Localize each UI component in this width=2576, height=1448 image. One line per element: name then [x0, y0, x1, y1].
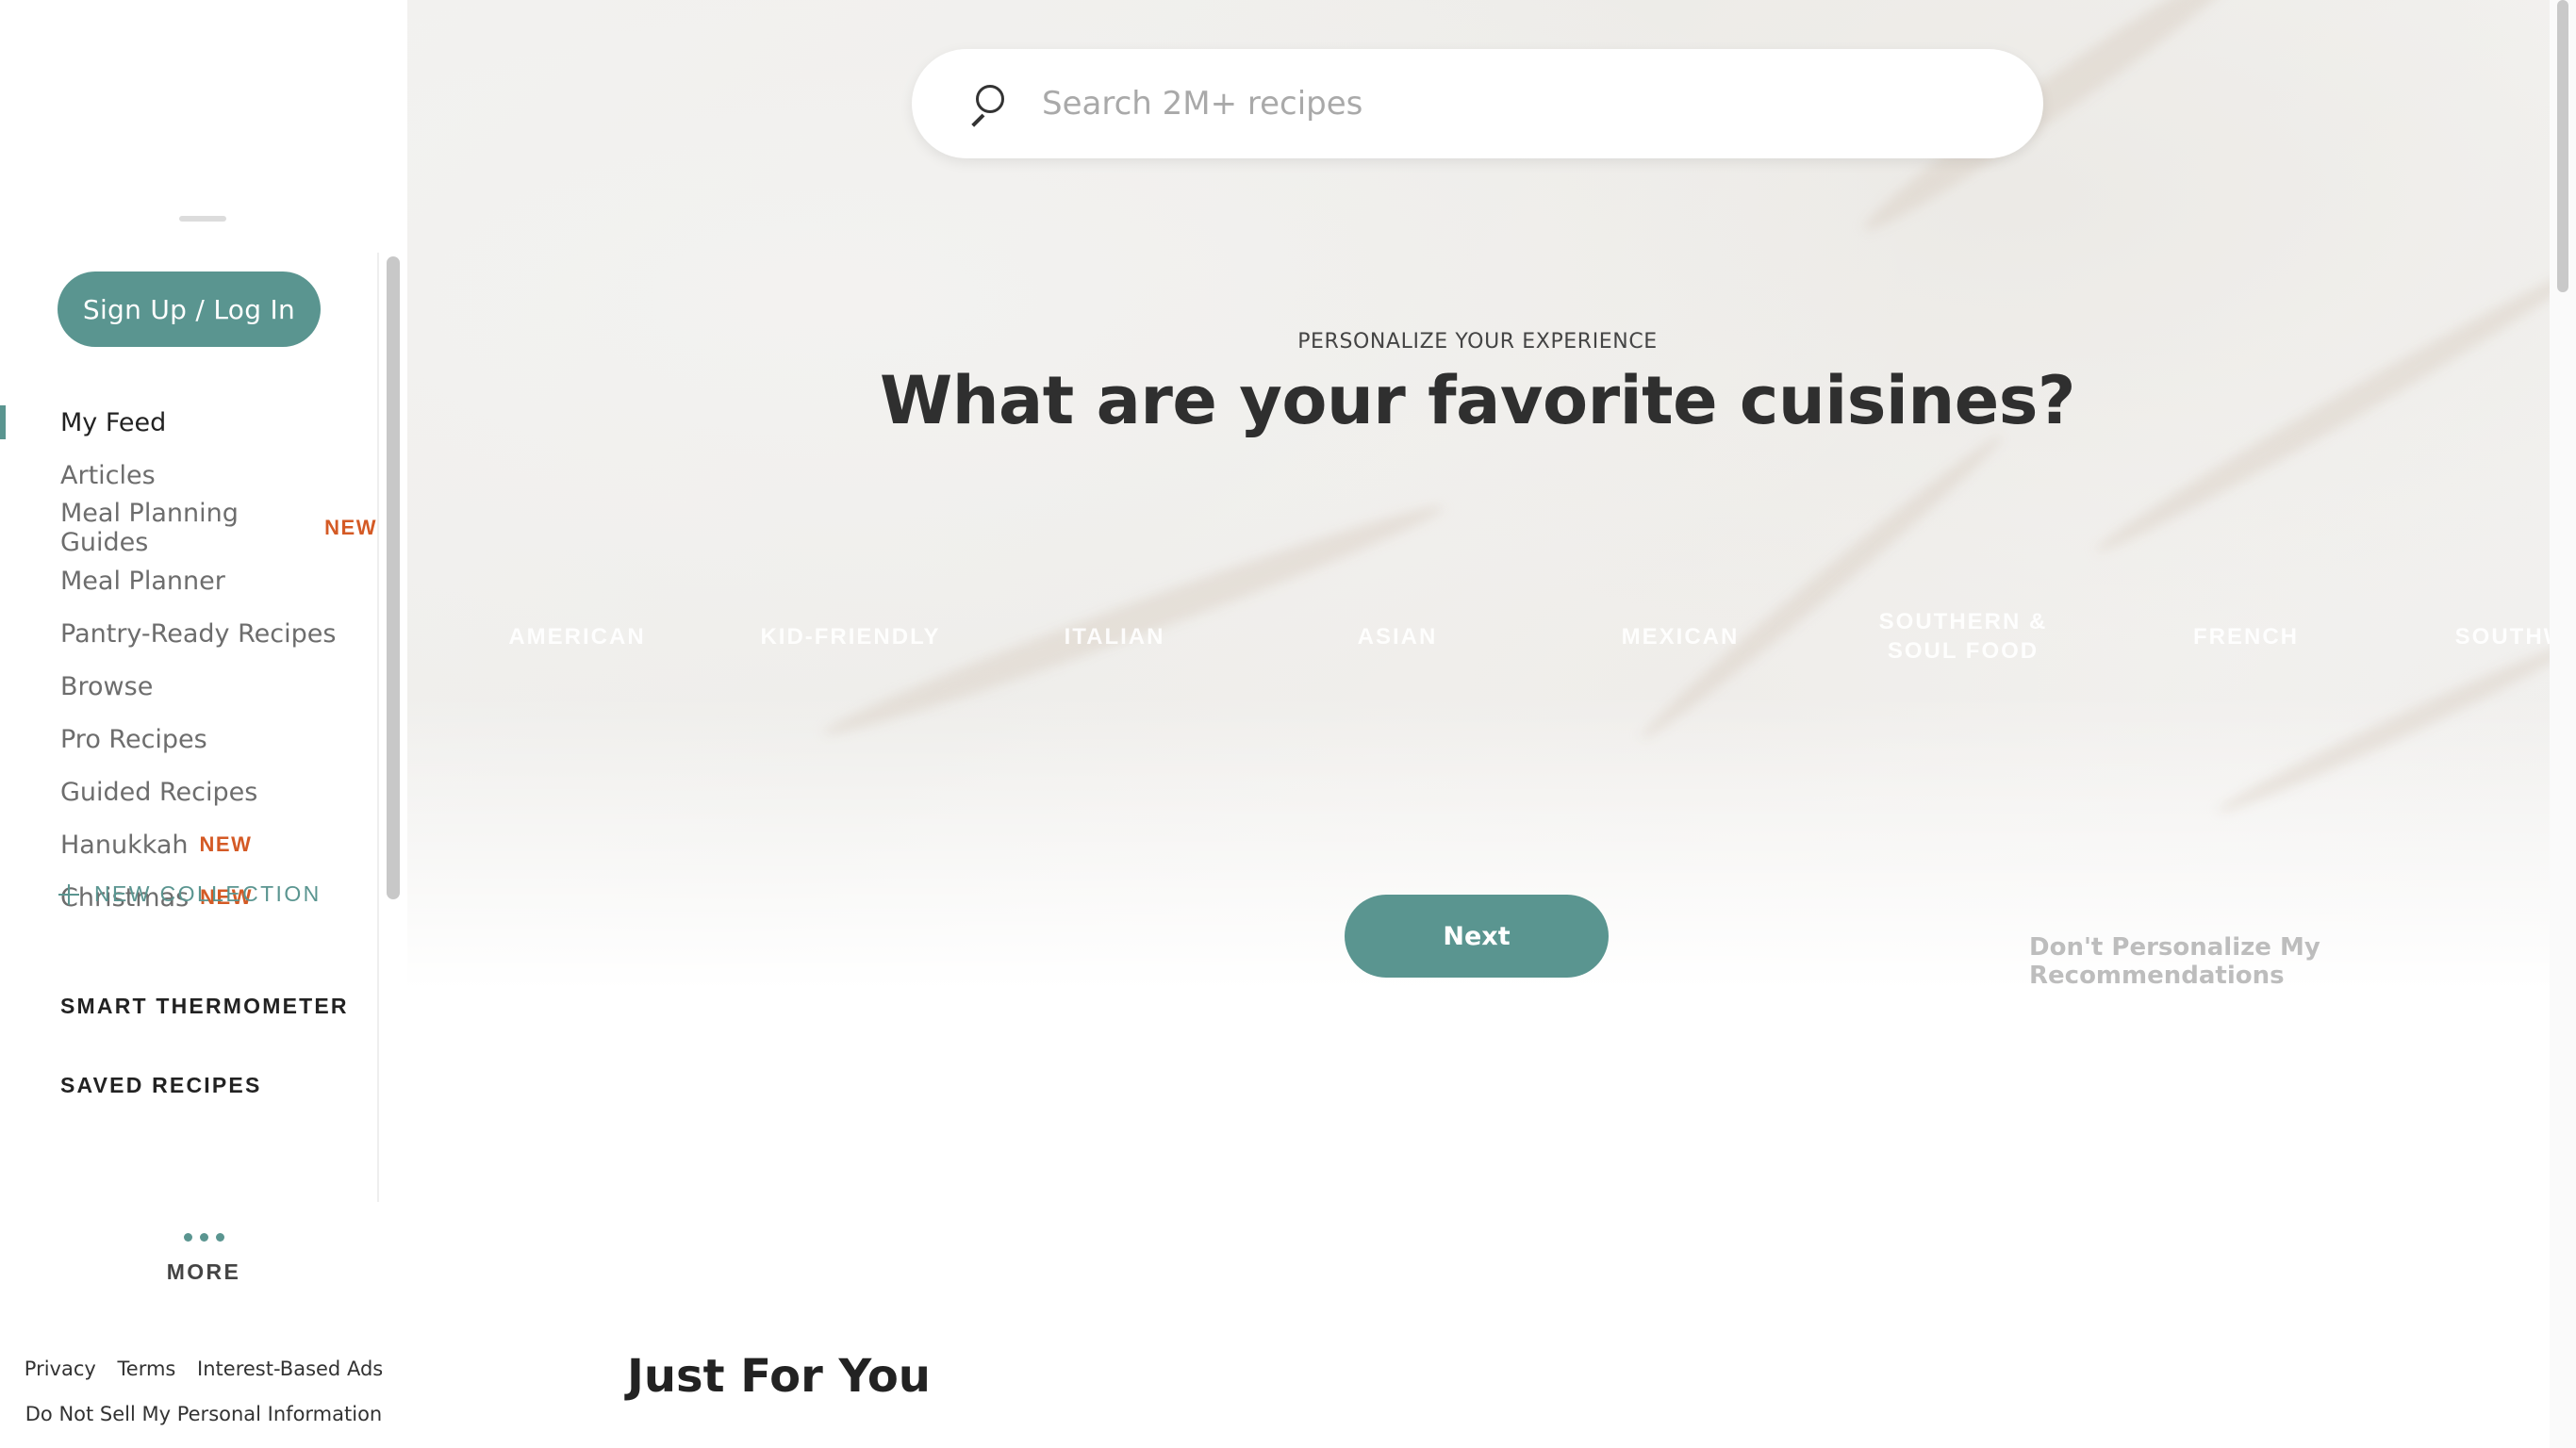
- sidebar-item-label: Pantry-Ready Recipes: [60, 618, 337, 649]
- just-for-you-heading: Just For You: [627, 1350, 931, 1403]
- sidebar-item-label: Meal Planning Guides: [60, 499, 239, 557]
- interest-based-ads-link[interactable]: Interest-Based Ads: [197, 1358, 383, 1380]
- sidebar-scrollbar[interactable]: [387, 256, 400, 899]
- search-icon[interactable]: [965, 83, 1006, 127]
- personalize-kicker: PERSONALIZE YOUR EXPERIENCE: [1297, 330, 1658, 354]
- do-not-sell-link[interactable]: Do Not Sell My Personal Information: [25, 1403, 382, 1425]
- sidebar-item-hanukkah[interactable]: Hanukkah NEW: [0, 818, 377, 871]
- next-button[interactable]: Next: [1345, 895, 1609, 978]
- sidebar: Sign Up / Log In My Feed Articles Meal P…: [0, 0, 407, 1448]
- sidebar-item-label: Pro Recipes: [60, 724, 207, 754]
- sidebar-item-meal-planner[interactable]: Meal Planner: [0, 554, 377, 607]
- new-collection-label: NEW COLLECTION: [94, 881, 322, 906]
- sidebar-item-my-feed[interactable]: My Feed: [0, 396, 377, 449]
- new-collection-button[interactable]: NEW COLLECTION: [58, 881, 322, 907]
- personalize-headline: What are your favorite cuisines?: [880, 362, 2075, 439]
- cuisine-tile-french[interactable]: FRENCH: [2123, 622, 2369, 651]
- cuisine-tile-mexican[interactable]: MEXICAN: [1558, 622, 1803, 651]
- cuisine-tile-southwestern[interactable]: SOUTHWE: [2397, 622, 2553, 651]
- privacy-link[interactable]: Privacy: [25, 1358, 96, 1380]
- cuisine-tile-asian[interactable]: ASIAN: [1275, 622, 1520, 651]
- sidebar-item-label: Meal Planner: [60, 566, 225, 596]
- page-scrollbar-thumb[interactable]: [2557, 0, 2568, 292]
- sidebar-item-label: Articles: [60, 460, 156, 490]
- dont-personalize-link[interactable]: Don't Personalize My Recommendations: [2029, 933, 2576, 990]
- sidebar-item-label: My Feed: [60, 407, 167, 437]
- sidebar-drag-handle[interactable]: [179, 216, 226, 222]
- sidebar-scroll-area: Sign Up / Log In My Feed Articles Meal P…: [0, 253, 379, 1202]
- cuisine-tile-american[interactable]: AMERICAN: [454, 622, 700, 651]
- cuisine-tile-kid-friendly[interactable]: KID-FRIENDLY: [728, 622, 973, 651]
- sidebar-item-browse[interactable]: Browse: [0, 660, 377, 713]
- sidebar-item-label: Hanukkah: [60, 830, 189, 860]
- sidebar-item-pantry-ready-recipes[interactable]: Pantry-Ready Recipes: [0, 607, 377, 660]
- more-dots-icon: [0, 1233, 407, 1246]
- cuisine-tile-italian[interactable]: ITALIAN: [992, 622, 1237, 651]
- plus-icon: [58, 883, 79, 905]
- saved-recipes-heading[interactable]: SAVED RECIPES: [60, 1073, 262, 1098]
- cuisine-tile-southern-soul-food[interactable]: SOUTHERN & SOUL FOOD: [1841, 607, 2086, 666]
- sidebar-item-meal-planning-guides[interactable]: Meal Planning Guides NEW: [0, 499, 377, 557]
- sidebar-item-label: Browse: [60, 671, 154, 701]
- sidebar-item-pro-recipes[interactable]: Pro Recipes: [0, 713, 377, 765]
- sidebar-nav: My Feed Articles Meal Planning Guides NE…: [0, 396, 377, 924]
- sidebar-item-label: Guided Recipes: [60, 777, 258, 807]
- footer-links: Privacy Terms Interest-Based Ads Do Not …: [0, 1346, 407, 1437]
- smart-thermometer-heading[interactable]: SMART THERMOMETER: [60, 994, 349, 1019]
- page-scrollbar[interactable]: [2550, 0, 2576, 1448]
- search-bar[interactable]: [912, 49, 2043, 158]
- sidebar-item-articles[interactable]: Articles: [0, 449, 377, 502]
- sidebar-item-guided-recipes[interactable]: Guided Recipes: [0, 765, 377, 818]
- new-badge: NEW: [324, 516, 377, 539]
- terms-link[interactable]: Terms: [118, 1358, 176, 1380]
- more-label: MORE: [166, 1259, 241, 1284]
- new-badge: NEW: [199, 832, 253, 856]
- more-menu-button[interactable]: MORE: [0, 1233, 407, 1285]
- cuisine-carousel: AMERICAN KID-FRIENDLY ITALIAN ASIAN MEXI…: [407, 603, 2553, 698]
- main-content: PERSONALIZE YOUR EXPERIENCE What are you…: [407, 0, 2576, 1448]
- search-input[interactable]: [1040, 84, 1983, 123]
- sign-up-login-button[interactable]: Sign Up / Log In: [58, 272, 321, 347]
